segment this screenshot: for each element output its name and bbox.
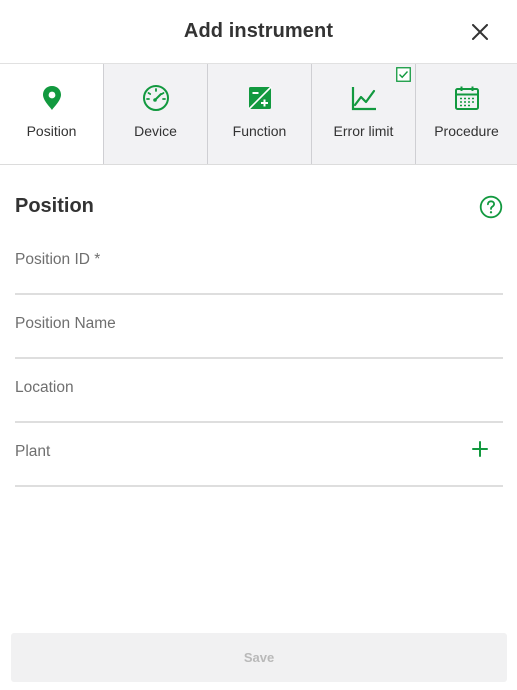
tab-position[interactable]: Position: [0, 64, 103, 164]
section-title: Position: [15, 195, 94, 217]
position-name-input[interactable]: [15, 295, 503, 357]
dialog-title: Add instrument: [183, 20, 334, 42]
tab-function-label: Function: [232, 123, 287, 139]
tab-error-limit[interactable]: Error limit: [311, 64, 415, 164]
plant-field[interactable]: Plant: [15, 423, 503, 487]
position-id-field[interactable]: Position ID *: [15, 231, 503, 295]
plus-icon[interactable]: [471, 440, 489, 458]
location-field[interactable]: Location: [15, 359, 503, 423]
dialog-header: Add instrument: [0, 0, 517, 64]
calendar-icon: [453, 84, 481, 112]
plant-label: Plant: [15, 443, 51, 460]
tab-device[interactable]: Device: [103, 64, 207, 164]
tab-device-label: Device: [134, 123, 177, 139]
save-button[interactable]: Save: [11, 633, 507, 682]
tab-function[interactable]: Function: [207, 64, 311, 164]
tab-error-limit-label: Error limit: [333, 123, 394, 139]
tab-procedure[interactable]: Procedure: [415, 64, 517, 164]
gauge-icon: [142, 84, 170, 112]
help-icon: [479, 195, 503, 219]
tab-procedure-label: Procedure: [434, 123, 499, 139]
location-input[interactable]: [15, 359, 503, 421]
position-name-field[interactable]: Position Name: [15, 295, 503, 359]
tab-bar: Position Device Function Error limit Pro…: [0, 64, 517, 165]
help-button[interactable]: [479, 195, 503, 219]
close-icon: [472, 24, 488, 40]
close-button[interactable]: [467, 19, 493, 45]
checkbox-checked-icon: [396, 67, 411, 82]
map-pin-icon: [38, 84, 66, 112]
function-icon: [246, 84, 274, 112]
tab-position-label: Position: [26, 123, 77, 139]
line-chart-icon: [350, 84, 378, 112]
position-id-input[interactable]: [15, 231, 503, 293]
